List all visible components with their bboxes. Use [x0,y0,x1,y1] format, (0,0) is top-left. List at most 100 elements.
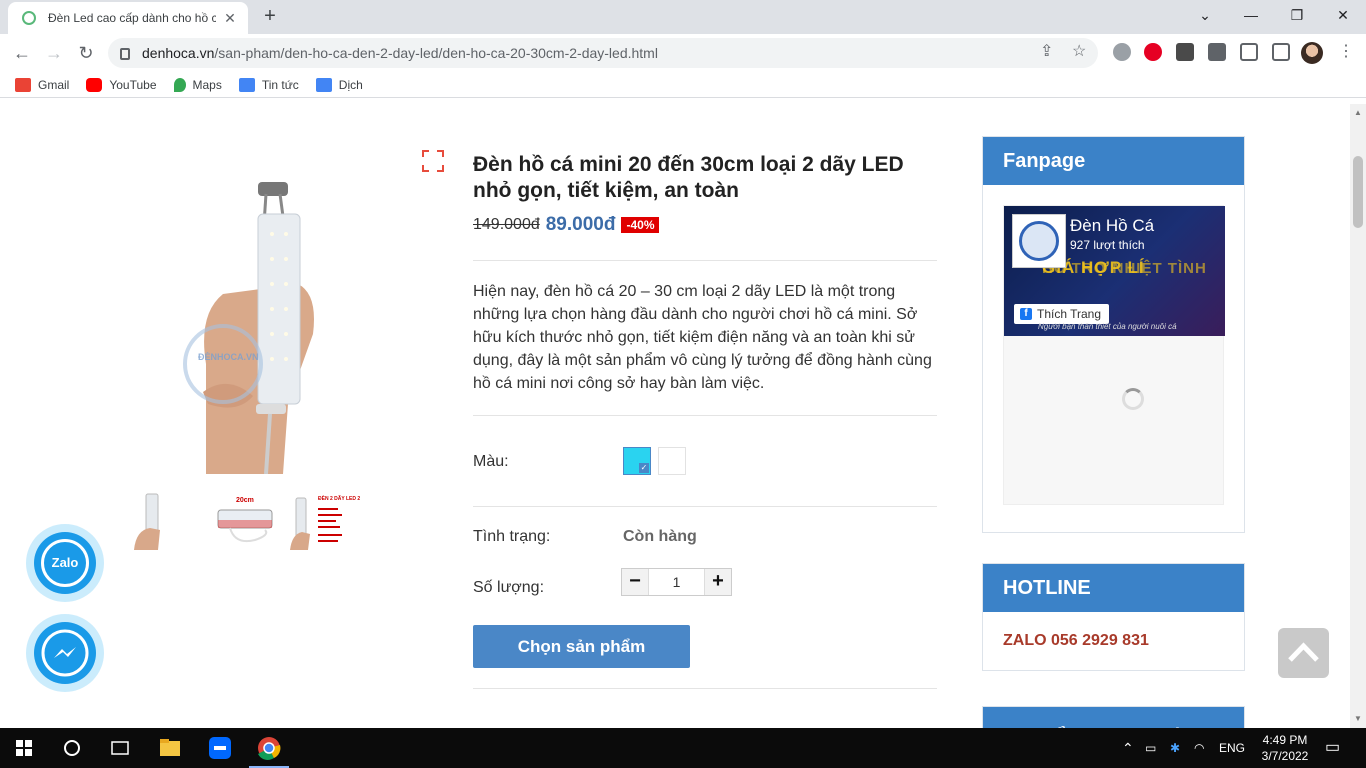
windows-start-icon[interactable] [0,728,48,768]
color-swatch-white[interactable] [658,447,686,475]
scroll-down-arrow-icon[interactable]: ▼ [1354,714,1362,723]
bluetooth-icon[interactable]: ✱ [1170,728,1180,768]
close-tab-icon[interactable]: ✕ [222,10,238,27]
messenger-chat-button[interactable] [26,614,104,692]
reload-button[interactable]: ↻ [74,41,98,65]
address-bar[interactable]: denhoca.vn/san-pham/den-ho-ca-den-2-day-… [108,38,1098,68]
bookmark-news[interactable]: Tin tức [238,77,299,92]
scroll-up-arrow-icon[interactable]: ▲ [1354,108,1362,117]
page-scrollbar[interactable]: ▲ ▼ [1350,104,1366,728]
divider [473,260,937,261]
color-swatch-cyan[interactable]: ✓ [623,447,651,475]
quantity-decrease-button[interactable]: − [622,569,648,595]
media-control-icon[interactable] [1240,43,1258,61]
bookmark-star-icon[interactable]: ☆ [1072,41,1086,61]
quantity-input[interactable]: 1 [648,569,705,595]
discount-badge: -40% [621,217,660,233]
cover-tagline: Người bạn thân thiết của người nuôi cá [1038,322,1177,331]
url-host: denhoca.vn [142,45,215,61]
lock-icon[interactable] [120,48,130,60]
old-price: 149.000đ [473,216,540,233]
browser-toolbar: ← → ↻ denhoca.vn/san-pham/den-ho-ca-den-… [0,34,1366,72]
forward-button[interactable]: → [42,41,66,65]
task-view-icon[interactable] [96,728,144,768]
minimize-button[interactable]: — [1228,0,1274,30]
product-description: Hiện nay, đèn hồ cá 20 – 30 cm loại 2 dã… [473,283,932,392]
thumbnail-3[interactable]: ĐÈN 2 DÃY LED 20-30CM [290,490,360,550]
bookmark-label: Gmail [38,77,70,92]
clock-time: 4:49 PM [1262,733,1308,747]
thumbnail-1[interactable] [130,490,200,550]
status-label: Tình trạng: [473,528,551,545]
notification-center-icon[interactable]: ▭ [1325,728,1340,768]
related-widget-title: Có thể bạn quan tâm [983,707,1244,728]
back-button[interactable]: ← [10,41,34,65]
fanpage-widget: Fanpage GIÁ HỢP LÍ HỖ TRỢ NHIỆT TÌNH Đèn… [982,136,1245,533]
clock-date: 3/7/2022 [1261,749,1309,763]
extension-m-icon[interactable] [1176,43,1194,61]
tab-title: Đèn Led cao cấp dành cho hồ cá [48,11,216,25]
thumbnail-strip: 20cm ĐÈN 2 DÃY LED 20-30CM [130,490,370,550]
bookmark-label: Dịch [338,77,363,92]
facebook-page-name[interactable]: Đèn Hồ Cá [1070,216,1154,236]
select-product-button[interactable]: Chọn sản phẩm [473,625,690,668]
back-to-top-button[interactable] [1278,628,1329,678]
facebook-page-plugin: GIÁ HỢP LÍ HỖ TRỢ NHIỆT TÌNH Đèn Hồ Cá 9… [1003,205,1225,505]
share-icon[interactable]: ⇪ [1040,41,1053,61]
price-row: 149.000đ 89.000đ -40% [473,214,660,236]
facebook-like-page-button[interactable]: f Thích Trang [1014,304,1110,324]
side-panel-icon[interactable] [1272,43,1290,61]
cover-slogan-2: HỖ TRỢ NHIỆT TÌNH [1042,260,1207,277]
scrollbar-thumb[interactable] [1353,156,1363,228]
like-button-label: Thích Trang [1037,307,1102,321]
bookmark-label: Tin tức [261,77,299,92]
bookmark-translate[interactable]: Dịch [315,77,363,92]
bookmarks-bar: Gmail YouTube Maps Tin tức Dịch [0,72,1366,98]
close-window-button[interactable]: ✕ [1320,0,1366,30]
language-indicator[interactable]: ENG [1219,728,1245,768]
watermark-text: ĐÈNHOCA.VN [198,352,259,362]
tab-search-icon[interactable]: ⌄ [1182,0,1228,30]
zalo-taskbar-icon[interactable] [196,728,244,768]
facebook-icon: f [1020,308,1032,320]
bookmark-gmail[interactable]: Gmail [15,77,70,92]
file-explorer-icon[interactable] [146,728,194,768]
show-hidden-icons-chevron-icon[interactable]: ⌃ [1122,728,1134,768]
maximize-button[interactable]: ❐ [1274,0,1320,30]
maps-icon [173,77,186,92]
hotline-number[interactable]: ZALO 056 2929 831 [983,612,1244,670]
new-tab-button[interactable]: + [258,5,282,29]
bookmark-youtube[interactable]: YouTube [86,77,157,92]
hotline-title: HOTLINE [983,564,1244,612]
divider [473,506,937,507]
quantity-increase-button[interactable]: + [705,569,731,595]
menu-kebab-icon[interactable]: ⋮ [1338,41,1354,61]
search-icon[interactable] [48,728,96,768]
related-widget: Có thể bạn quan tâm [982,706,1245,728]
facebook-cover-image[interactable]: GIÁ HỢP LÍ HỖ TRỢ NHIỆT TÌNH Đèn Hồ Cá 9… [1004,206,1225,336]
thumbnail-2-label: 20cm [236,497,254,504]
thumbnail-3-label: ĐÈN 2 DÃY LED 20-30CM [318,494,360,502]
battery-icon[interactable]: ▭ [1145,728,1156,768]
bookmark-label: YouTube [109,77,157,92]
bookmark-label: Maps [192,77,222,92]
wifi-icon[interactable]: ◠ [1194,728,1204,768]
facebook-page-logo[interactable] [1012,214,1066,268]
fullscreen-expand-icon[interactable] [422,150,444,172]
sale-price: 89.000đ [545,214,616,235]
thumbnail-2[interactable]: 20cm [210,490,280,550]
product-main-image[interactable] [178,164,328,474]
profile-avatar[interactable] [1301,42,1323,64]
gmail-icon [15,77,31,92]
product-title: Đèn hồ cá mini 20 đến 30cm loại 2 dãy LE… [473,153,904,202]
browser-tab[interactable]: Đèn Led cao cấp dành cho hồ cá ✕ [8,2,248,34]
youtube-icon [86,77,103,92]
system-clock[interactable]: 4:49 PM 3/7/2022 [1255,732,1315,764]
pinterest-icon[interactable] [1144,43,1162,61]
extension-gear-icon[interactable] [1113,43,1131,61]
extensions-puzzle-icon[interactable] [1208,43,1226,61]
zalo-chat-button[interactable]: Zalo [26,524,104,602]
bookmark-maps[interactable]: Maps [173,77,222,92]
chrome-taskbar-icon[interactable] [245,728,293,768]
translate-icon [315,77,332,92]
